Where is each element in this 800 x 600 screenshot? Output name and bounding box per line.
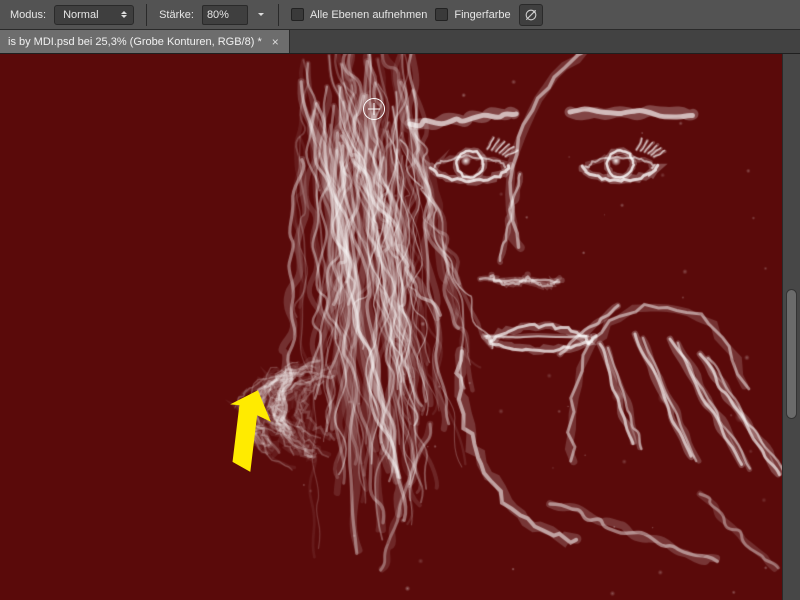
checkbox-box-icon (435, 8, 448, 21)
document-tab-bar: is by MDI.psd bei 25,3% (Grobe Konturen,… (0, 30, 800, 54)
tablet-pressure-button[interactable] (519, 4, 543, 26)
separator (146, 4, 147, 26)
mode-value: Normal (63, 9, 98, 21)
document-tab[interactable]: is by MDI.psd bei 25,3% (Grobe Konturen,… (0, 30, 290, 53)
options-bar: Modus: Normal Stärke: Alle Ebenen aufneh… (0, 0, 800, 30)
finger-paint-label: Fingerfarbe (454, 9, 510, 21)
finger-paint-checkbox[interactable]: Fingerfarbe (435, 8, 510, 21)
mode-select[interactable]: Normal (54, 5, 134, 25)
mode-label: Modus: (10, 9, 46, 21)
sample-all-layers-checkbox[interactable]: Alle Ebenen aufnehmen (291, 8, 427, 21)
scrollbar-thumb[interactable] (786, 289, 797, 419)
stepper-arrows-icon (121, 11, 127, 18)
separator (278, 4, 279, 26)
checkbox-box-icon (291, 8, 304, 21)
strength-label: Stärke: (159, 9, 194, 21)
close-icon[interactable]: × (270, 35, 281, 49)
sample-all-layers-label: Alle Ebenen aufnehmen (310, 9, 427, 21)
chevron-down-icon (258, 13, 264, 16)
strength-dropdown-caret[interactable] (256, 5, 266, 25)
tablet-pressure-icon (524, 8, 538, 22)
vertical-scrollbar[interactable] (782, 54, 800, 600)
document-tab-title: is by MDI.psd bei 25,3% (Grobe Konturen,… (8, 36, 262, 48)
canvas-viewport[interactable] (0, 54, 782, 600)
strength-input[interactable] (202, 5, 248, 25)
document-canvas[interactable] (0, 54, 782, 600)
